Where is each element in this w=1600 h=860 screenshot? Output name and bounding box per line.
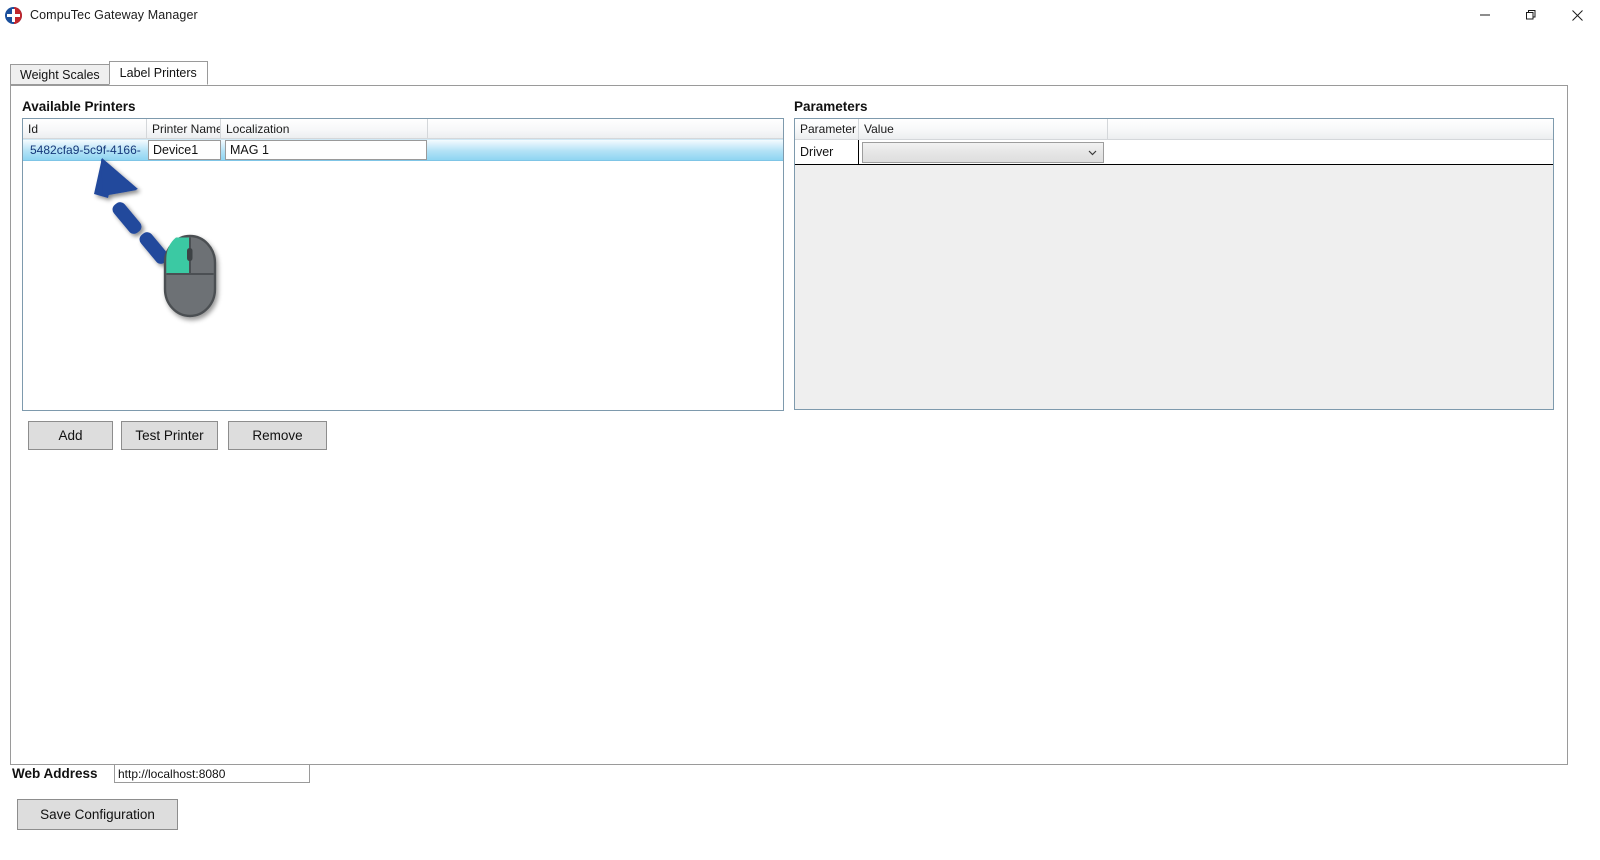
parameters-grid-header: Parameter Value [795, 119, 1553, 140]
window-title: CompuTec Gateway Manager [30, 8, 198, 22]
printers-grid-body: 5482cfa9-5c9f-4166- Device1 MAG 1 [23, 139, 783, 410]
restore-icon [1525, 9, 1537, 21]
restore-button[interactable] [1508, 0, 1554, 30]
parameters-title: Parameters [794, 99, 868, 114]
tab-label-printers[interactable]: Label Printers [109, 61, 208, 85]
cell-printer-name-input[interactable]: Device1 [148, 140, 221, 160]
column-header-parameter[interactable]: Parameter [795, 119, 859, 139]
cell-parameter-name: Driver [795, 140, 859, 164]
column-header-localization[interactable]: Localization [221, 119, 428, 138]
test-printer-button[interactable]: Test Printer [121, 421, 218, 450]
minimize-button[interactable] [1462, 0, 1508, 30]
remove-button[interactable]: Remove [228, 421, 327, 450]
parameters-grid[interactable]: Parameter Value Driver [794, 118, 1554, 410]
tab-weight-scales-label: Weight Scales [20, 68, 100, 82]
printers-grid-header: Id Printer Name Localization [23, 119, 783, 139]
driver-dropdown[interactable] [862, 142, 1104, 163]
column-header-id[interactable]: Id [23, 119, 147, 138]
web-address-input[interactable]: http://localhost:8080 [114, 764, 310, 783]
close-icon [1571, 9, 1584, 22]
parameter-row-driver[interactable]: Driver [795, 140, 1553, 165]
parameters-grid-body [795, 165, 1553, 409]
table-row[interactable]: 5482cfa9-5c9f-4166- Device1 MAG 1 [23, 139, 783, 161]
close-button[interactable] [1554, 0, 1600, 30]
web-address-label: Web Address [12, 766, 98, 781]
available-printers-title: Available Printers [22, 99, 136, 114]
printers-grid[interactable]: Id Printer Name Localization 5482cfa9-5c… [22, 118, 784, 411]
tab-label-printers-label: Label Printers [120, 66, 197, 80]
column-header-params-filler[interactable] [1108, 119, 1553, 139]
column-header-value[interactable]: Value [859, 119, 1108, 139]
chevron-down-icon [1088, 145, 1097, 159]
cell-printer-id[interactable]: 5482cfa9-5c9f-4166- [23, 143, 147, 157]
add-button[interactable]: Add [28, 421, 113, 450]
title-bar: CompuTec Gateway Manager [0, 0, 1600, 30]
cell-parameter-value[interactable] [859, 140, 1553, 164]
column-header-printer-name[interactable]: Printer Name [147, 119, 221, 138]
save-configuration-button[interactable]: Save Configuration [17, 799, 178, 830]
column-header-filler[interactable] [428, 119, 783, 138]
cell-localization-input[interactable]: MAG 1 [225, 140, 427, 160]
tab-weight-scales[interactable]: Weight Scales [10, 64, 110, 85]
app-logo-icon [5, 7, 22, 24]
tab-strip: Weight Scales Label Printers [10, 63, 207, 85]
minimize-icon [1479, 9, 1491, 21]
window-controls [1462, 0, 1600, 30]
